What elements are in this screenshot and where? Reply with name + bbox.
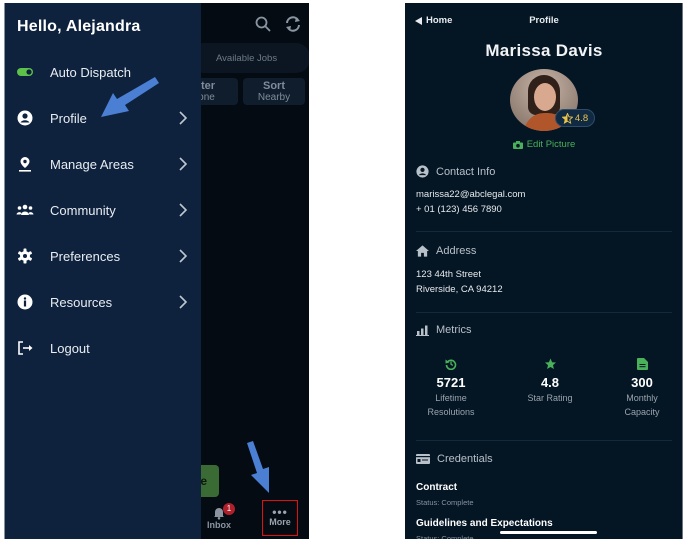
- search-icon[interactable]: [254, 15, 272, 33]
- metric-label: Monthly Capacity: [624, 393, 660, 417]
- metric-value: 4.8: [540, 375, 560, 390]
- users-icon: [16, 201, 34, 219]
- menu-item-community[interactable]: Community: [5, 192, 201, 228]
- menu-label: Profile: [50, 110, 87, 126]
- available-jobs-label: Available Jobs: [216, 52, 278, 64]
- credential-title[interactable]: Guidelines and Expectations: [416, 518, 553, 529]
- metric-value: 300: [631, 375, 653, 390]
- menu-item-logout[interactable]: Logout: [5, 330, 201, 366]
- credential-status: Status: Complete: [416, 534, 474, 539]
- divider: [416, 312, 672, 313]
- history-icon: [445, 359, 457, 370]
- sort-button[interactable]: Sort Nearby: [243, 78, 305, 105]
- sort-label: Sort: [263, 80, 285, 92]
- gear-icon: [16, 247, 34, 265]
- metric-label: Lifetime Resolutions: [427, 393, 475, 417]
- menu-label: Community: [50, 202, 116, 218]
- contact-info-title: Contact Info: [436, 165, 496, 178]
- address-details: 123 44th Street Riverside, CA 94212: [416, 267, 503, 297]
- address-line2: Riverside, CA 94212: [416, 284, 503, 295]
- rating-badge: 4.8: [555, 109, 595, 127]
- credentials-heading: Credentials: [416, 453, 493, 465]
- nav-title: Profile: [529, 15, 559, 26]
- tab-more-label: More: [269, 517, 291, 527]
- edit-picture-label: Edit Picture: [526, 139, 576, 150]
- left-phone-screen: Available Jobs lter one Sort Nearby e In…: [4, 3, 309, 539]
- refresh-icon[interactable]: [283, 14, 303, 34]
- address-line1: 123 44th Street: [416, 269, 481, 280]
- sort-value: Nearby: [257, 92, 291, 103]
- profile-name: Marissa Davis: [485, 41, 603, 60]
- document-icon: [636, 358, 648, 370]
- menu-item-resources[interactable]: Resources: [5, 284, 201, 320]
- contact-email[interactable]: marissa22@abclegal.com: [416, 187, 525, 202]
- chevron-right-icon: [179, 249, 188, 263]
- credential-title[interactable]: Contract: [416, 482, 457, 493]
- contact-phone[interactable]: + 01 (123) 456 7890: [416, 202, 525, 217]
- metrics-title: Metrics: [436, 324, 472, 336]
- map-pin-icon: [16, 155, 34, 173]
- metric-label: Star Rating: [527, 393, 573, 403]
- address-title: Address: [436, 245, 477, 257]
- edit-picture-link[interactable]: Edit Picture: [405, 139, 682, 150]
- divider: [416, 231, 672, 232]
- drawer-greeting: Hello, Alejandra: [17, 18, 141, 35]
- home-indicator: [500, 531, 597, 534]
- credential-status: Status: Complete: [416, 498, 474, 507]
- annotation-arrow-more: [247, 441, 269, 493]
- half-star-icon: [561, 112, 573, 124]
- rating-value: 4.8: [574, 112, 589, 124]
- menu-item-preferences[interactable]: Preferences: [5, 238, 201, 274]
- right-phone-screen: Home Profile Marissa Davis 4.8 Edit Pict…: [405, 3, 683, 539]
- contact-info-heading: Contact Info: [416, 165, 495, 178]
- metric-monthly-capacity: 300 Monthly Capacity: [597, 358, 682, 419]
- more-dots-icon: •••: [272, 505, 288, 519]
- camera-icon: [512, 140, 523, 149]
- user-circle-icon: [416, 165, 429, 178]
- menu-item-manage-areas[interactable]: Manage Areas: [5, 146, 201, 182]
- bar-chart-icon: [416, 325, 429, 336]
- metric-star-rating: 4.8 Star Rating: [505, 358, 595, 405]
- credentials-title: Credentials: [437, 453, 493, 465]
- star-icon: [544, 358, 556, 369]
- menu-label: Logout: [50, 340, 90, 356]
- chevron-right-icon: [179, 295, 188, 309]
- tab-more[interactable]: ••• More: [262, 500, 298, 536]
- chevron-right-icon: [179, 111, 188, 125]
- metrics-heading: Metrics: [416, 324, 471, 336]
- tab-inbox-label: Inbox: [207, 520, 231, 530]
- home-icon: [416, 245, 429, 257]
- metric-lifetime-resolutions: 5721 Lifetime Resolutions: [406, 358, 496, 419]
- logout-icon: [16, 339, 34, 357]
- annotation-arrow-profile: [101, 77, 159, 117]
- metric-value: 5721: [436, 375, 466, 390]
- address-heading: Address: [416, 245, 476, 257]
- inbox-badge: 1: [223, 503, 235, 515]
- menu-label: Manage Areas: [50, 156, 134, 172]
- available-jobs-pill[interactable]: Available Jobs: [190, 43, 309, 73]
- menu-label: Preferences: [50, 248, 121, 264]
- user-circle-icon: [16, 109, 34, 127]
- toggle-icon[interactable]: [16, 63, 34, 81]
- id-card-icon: [416, 454, 430, 464]
- menu-label: Resources: [50, 294, 113, 310]
- green-button-label: e: [200, 474, 207, 488]
- info-icon: [16, 293, 34, 311]
- chevron-right-icon: [179, 203, 188, 217]
- contact-details: marissa22@abclegal.com + 01 (123) 456 78…: [416, 187, 525, 217]
- divider: [416, 440, 672, 441]
- chevron-right-icon: [179, 157, 188, 171]
